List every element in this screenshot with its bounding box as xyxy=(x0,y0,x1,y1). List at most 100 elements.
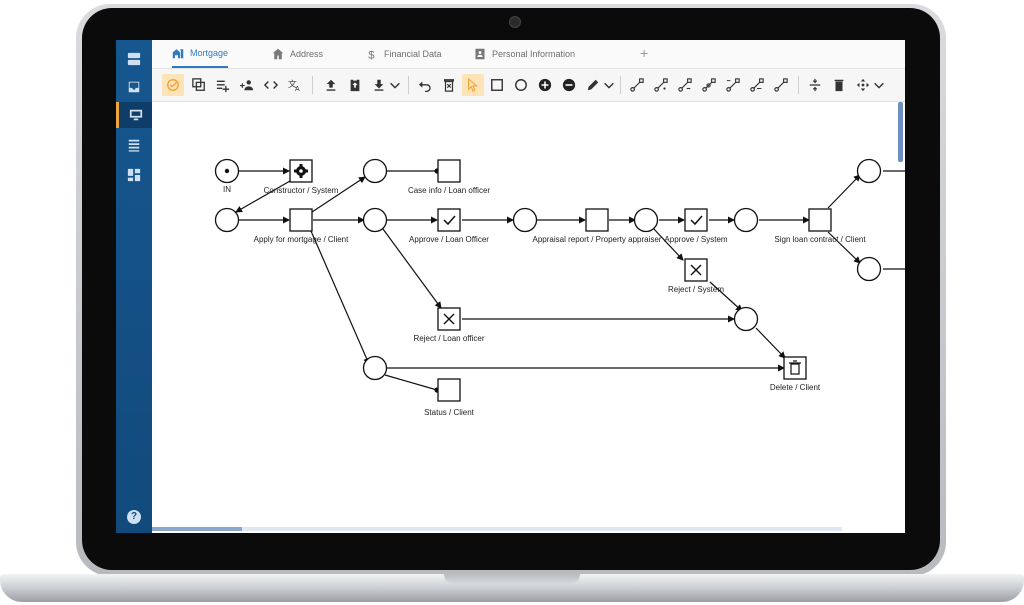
circle-icon xyxy=(515,79,527,91)
arc[interactable] xyxy=(652,227,684,261)
svg-text:$: $ xyxy=(368,50,375,61)
place[interactable] xyxy=(733,207,759,233)
pencil-tool-button[interactable] xyxy=(582,74,604,96)
transition-approve-loan-officer[interactable] xyxy=(437,208,461,232)
vertical-scrollbar[interactable] xyxy=(898,102,903,162)
transition-appraisal[interactable] xyxy=(585,208,609,232)
reset-arc-icon xyxy=(678,78,692,92)
user-add-icon xyxy=(240,80,254,91)
home-network-icon xyxy=(172,49,184,59)
upload-button[interactable] xyxy=(320,74,342,96)
sidebar: ? xyxy=(116,40,152,533)
place[interactable] xyxy=(362,158,388,184)
read-arc-icon xyxy=(654,78,668,92)
place[interactable] xyxy=(633,207,659,233)
transition-case-info[interactable] xyxy=(437,159,461,183)
tab-label: Mortgage xyxy=(190,48,229,58)
undo-button[interactable] xyxy=(414,74,436,96)
help-icon[interactable]: ? xyxy=(127,510,141,524)
upload-icon xyxy=(326,79,336,91)
transition-status[interactable] xyxy=(437,378,461,402)
contact-card-icon xyxy=(475,48,485,60)
inhibitor-arc-tool-button[interactable] xyxy=(698,74,720,96)
sidebar-item-dashboard[interactable] xyxy=(116,162,152,188)
variable-arc-icon xyxy=(726,78,740,92)
arc[interactable] xyxy=(310,230,370,365)
inbox-stack-icon xyxy=(127,52,141,66)
reset-arc-tool-button[interactable] xyxy=(674,74,696,96)
double-arc-tool-button[interactable] xyxy=(746,74,768,96)
tab-financial-data[interactable]: $ Financial Data xyxy=(366,40,442,68)
dashboard-icon xyxy=(127,168,141,182)
copy-button[interactable] xyxy=(188,74,210,96)
chevron-down-icon xyxy=(604,82,614,89)
translate-icon: 文A xyxy=(288,78,300,92)
place[interactable] xyxy=(362,207,388,233)
arc-flow-icon xyxy=(774,78,788,92)
place[interactable] xyxy=(214,207,240,233)
trash-x-icon xyxy=(444,79,454,92)
variable-arc-tool-button[interactable] xyxy=(722,74,744,96)
pencil-menu-button[interactable] xyxy=(602,74,616,96)
more-menu-button[interactable] xyxy=(872,74,886,96)
translate-button[interactable]: 文A xyxy=(284,74,306,96)
inhibitor-arc-icon xyxy=(702,78,716,92)
transition-tool-button[interactable] xyxy=(486,74,508,96)
transition-label: Constructor / System xyxy=(264,186,339,195)
transition-approve-system[interactable] xyxy=(684,208,708,232)
place[interactable] xyxy=(512,207,538,233)
diagram-canvas[interactable]: IN Constructor / System Case info / Loan… xyxy=(152,102,905,527)
arc-flow-tool-button[interactable] xyxy=(770,74,792,96)
arc[interactable] xyxy=(827,174,861,209)
add-token-button[interactable] xyxy=(534,74,556,96)
place[interactable] xyxy=(856,158,882,184)
sidebar-item-tasks[interactable] xyxy=(116,46,152,72)
chevron-down-icon xyxy=(874,82,884,89)
transition-delete[interactable] xyxy=(783,356,807,380)
select-tool-button[interactable] xyxy=(462,74,484,96)
transition-label: Appraisal report / Property appraiser xyxy=(533,235,662,244)
add-user-button[interactable] xyxy=(236,74,258,96)
double-arc-icon xyxy=(750,78,764,92)
sidebar-item-monitor[interactable] xyxy=(116,102,152,128)
transition-sign-contract[interactable] xyxy=(808,208,832,232)
align-button[interactable] xyxy=(804,74,826,96)
tab-bar: Mortgage Address $ Financial Data Person… xyxy=(152,40,905,69)
transition-apply[interactable] xyxy=(289,208,313,232)
read-arc-dots xyxy=(434,168,440,393)
token xyxy=(224,168,230,174)
transition-label: Approve / System xyxy=(664,235,727,244)
arc[interactable] xyxy=(755,327,786,359)
place[interactable] xyxy=(733,306,759,332)
tab-mortgage[interactable]: Mortgage xyxy=(172,40,229,68)
place-tool-button[interactable] xyxy=(510,74,532,96)
place[interactable] xyxy=(362,355,388,381)
arc[interactable] xyxy=(384,374,438,391)
app-screen: ? Mortgage Address $ Financial Data Pers… xyxy=(116,40,905,533)
code-button[interactable] xyxy=(260,74,282,96)
delete-button[interactable] xyxy=(828,74,850,96)
sidebar-item-inbox[interactable] xyxy=(116,74,152,100)
move-button[interactable] xyxy=(852,74,874,96)
remove-token-button[interactable] xyxy=(558,74,580,96)
tab-label: Financial Data xyxy=(384,49,442,59)
svg-text:A: A xyxy=(295,86,300,92)
horizontal-scrollbar[interactable] xyxy=(152,527,242,531)
add-row-button[interactable] xyxy=(212,74,234,96)
read-arc-tool-button[interactable] xyxy=(650,74,672,96)
add-tab-button[interactable]: + xyxy=(640,45,648,61)
arc-tool-button[interactable] xyxy=(626,74,648,96)
delete-all-button[interactable] xyxy=(438,74,460,96)
transition-label: Reject / Loan officer xyxy=(413,334,484,343)
place-label: IN xyxy=(223,185,231,194)
tab-address[interactable]: Address xyxy=(272,40,323,68)
tab-personal-information[interactable]: Personal Information xyxy=(474,40,575,68)
download-menu-button[interactable] xyxy=(388,74,402,96)
download-button[interactable] xyxy=(368,74,390,96)
transition-label: Status / Client xyxy=(424,408,475,417)
sidebar-item-list[interactable] xyxy=(116,132,152,158)
mode-toggle-button[interactable] xyxy=(162,74,184,96)
code-icon xyxy=(264,81,278,89)
place[interactable] xyxy=(856,256,882,282)
import-button[interactable] xyxy=(344,74,366,96)
